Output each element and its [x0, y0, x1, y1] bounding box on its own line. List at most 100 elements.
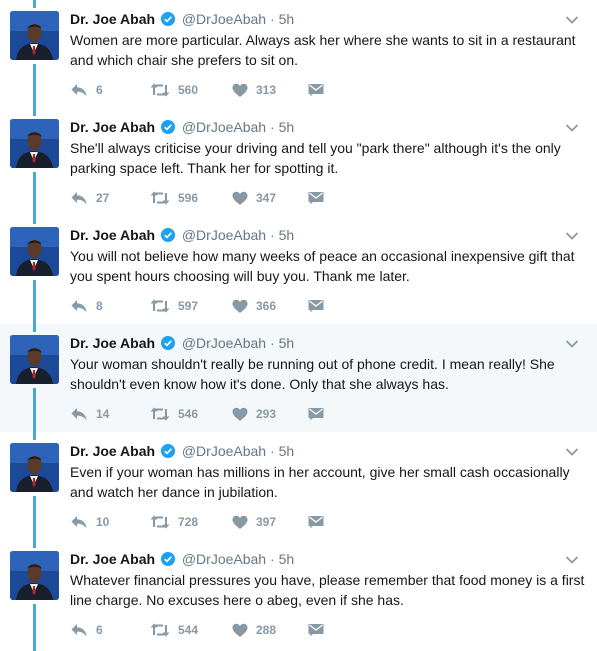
reply-count: 6 — [96, 623, 103, 637]
retweet-button[interactable]: 728 — [150, 513, 198, 531]
like-button[interactable]: 288 — [232, 621, 276, 639]
separator: · — [270, 119, 275, 135]
chevron-down-icon[interactable] — [565, 12, 579, 24]
direct-message-icon — [308, 623, 324, 637]
verified-badge-icon — [160, 228, 175, 246]
retweet-icon — [150, 406, 170, 422]
direct-message-icon — [308, 299, 324, 313]
retweet-button[interactable]: 544 — [150, 621, 198, 639]
reply-count: 14 — [96, 407, 110, 421]
author-handle[interactable]: @DrJoeAbah — [182, 11, 266, 27]
reply-button[interactable]: 14 — [70, 405, 109, 423]
author-handle[interactable]: @DrJoeAbah — [182, 443, 266, 459]
direct-message-button[interactable] — [308, 189, 324, 207]
reply-icon — [70, 514, 88, 530]
author-name[interactable]: Dr. Joe Abah — [70, 443, 155, 459]
reply-icon — [70, 406, 88, 422]
reply-count: 10 — [96, 515, 110, 529]
author-handle[interactable]: @DrJoeAbah — [182, 551, 266, 567]
like-button[interactable]: 347 — [232, 189, 276, 207]
heart-icon — [232, 191, 248, 206]
author-name[interactable]: Dr. Joe Abah — [70, 335, 155, 351]
chevron-down-icon[interactable] — [565, 228, 579, 240]
direct-message-button[interactable] — [308, 405, 324, 423]
author-name[interactable]: Dr. Joe Abah — [70, 227, 155, 243]
retweet-button[interactable]: 546 — [150, 405, 198, 423]
retweet-count: 597 — [178, 299, 199, 313]
chevron-down-icon[interactable] — [565, 336, 579, 348]
tweet-time[interactable]: 5h — [279, 119, 295, 135]
reply-button[interactable]: 27 — [70, 189, 109, 207]
tweet[interactable]: Dr. Joe Abah @DrJoeAbah · 5h She'll alwa… — [0, 108, 597, 216]
like-button[interactable]: 366 — [232, 297, 276, 315]
reply-icon — [70, 82, 88, 98]
tweet-header: Dr. Joe Abah @DrJoeAbah · 5h — [70, 550, 294, 570]
direct-message-button[interactable] — [308, 297, 324, 315]
thread-connector — [33, 388, 36, 432]
chevron-down-icon[interactable] — [565, 444, 579, 456]
tweet[interactable]: Dr. Joe Abah @DrJoeAbah · 5h Women are m… — [0, 0, 597, 108]
direct-message-button[interactable] — [308, 81, 324, 99]
avatar[interactable] — [10, 335, 59, 384]
direct-message-icon — [308, 191, 324, 205]
retweet-button[interactable]: 597 — [150, 297, 198, 315]
tweet-header: Dr. Joe Abah @DrJoeAbah · 5h — [70, 334, 294, 354]
reply-button[interactable]: 6 — [70, 81, 103, 99]
like-button[interactable]: 397 — [232, 513, 276, 531]
tweet-time[interactable]: 5h — [279, 335, 295, 351]
retweet-count: 560 — [178, 83, 199, 97]
direct-message-icon — [308, 83, 324, 97]
tweet-header: Dr. Joe Abah @DrJoeAbah · 5h — [70, 226, 294, 246]
retweet-button[interactable]: 560 — [150, 81, 198, 99]
tweet-header: Dr. Joe Abah @DrJoeAbah · 5h — [70, 442, 294, 462]
author-handle[interactable]: @DrJoeAbah — [182, 119, 266, 135]
like-count: 293 — [256, 407, 277, 421]
chevron-down-icon[interactable] — [565, 120, 579, 132]
reply-count: 8 — [96, 299, 103, 313]
like-count: 288 — [256, 623, 277, 637]
author-name[interactable]: Dr. Joe Abah — [70, 11, 155, 27]
tweet-text: Your woman shouldn't really be running o… — [70, 356, 555, 392]
retweet-button[interactable]: 596 — [150, 189, 198, 207]
direct-message-button[interactable] — [308, 621, 324, 639]
author-name[interactable]: Dr. Joe Abah — [70, 551, 155, 567]
retweet-count: 596 — [178, 191, 199, 205]
retweet-icon — [150, 82, 170, 98]
avatar[interactable] — [10, 119, 59, 168]
tweet[interactable]: Dr. Joe Abah @DrJoeAbah · 5h You will no… — [0, 216, 597, 324]
tweet-time[interactable]: 5h — [279, 443, 295, 459]
thread-connector — [33, 280, 36, 324]
avatar[interactable] — [10, 551, 59, 600]
avatar[interactable] — [10, 227, 59, 276]
thread-connector — [33, 216, 36, 224]
like-button[interactable]: 293 — [232, 405, 276, 423]
retweet-icon — [150, 298, 170, 314]
author-handle[interactable]: @DrJoeAbah — [182, 227, 266, 243]
direct-message-button[interactable] — [308, 513, 324, 531]
tweet-time[interactable]: 5h — [279, 551, 295, 567]
thread-connector — [33, 108, 36, 116]
like-button[interactable]: 313 — [232, 81, 276, 99]
reply-button[interactable]: 6 — [70, 621, 103, 639]
heart-icon — [232, 83, 248, 98]
verified-badge-icon — [160, 444, 175, 462]
thread-connector — [33, 324, 36, 332]
reply-button[interactable]: 8 — [70, 297, 103, 315]
reply-button[interactable]: 10 — [70, 513, 109, 531]
reply-icon — [70, 622, 88, 638]
author-handle[interactable]: @DrJoeAbah — [182, 335, 266, 351]
tweet[interactable]: Dr. Joe Abah @DrJoeAbah · 5h Whatever fi… — [0, 540, 597, 651]
tweet-time[interactable]: 5h — [279, 227, 295, 243]
author-name[interactable]: Dr. Joe Abah — [70, 119, 155, 135]
thread-connector — [33, 604, 36, 651]
separator: · — [270, 335, 275, 351]
tweet[interactable]: Dr. Joe Abah @DrJoeAbah · 5h Even if you… — [0, 432, 597, 540]
avatar[interactable] — [10, 11, 59, 60]
tweet[interactable]: Dr. Joe Abah @DrJoeAbah · 5h Your woman … — [0, 324, 597, 432]
chevron-down-icon[interactable] — [565, 552, 579, 564]
tweet-text: She'll always criticise your driving and… — [70, 140, 561, 176]
thread-connector — [33, 64, 36, 108]
avatar[interactable] — [10, 443, 59, 492]
tweet-time[interactable]: 5h — [279, 11, 295, 27]
tweet-header: Dr. Joe Abah @DrJoeAbah · 5h — [70, 10, 294, 30]
